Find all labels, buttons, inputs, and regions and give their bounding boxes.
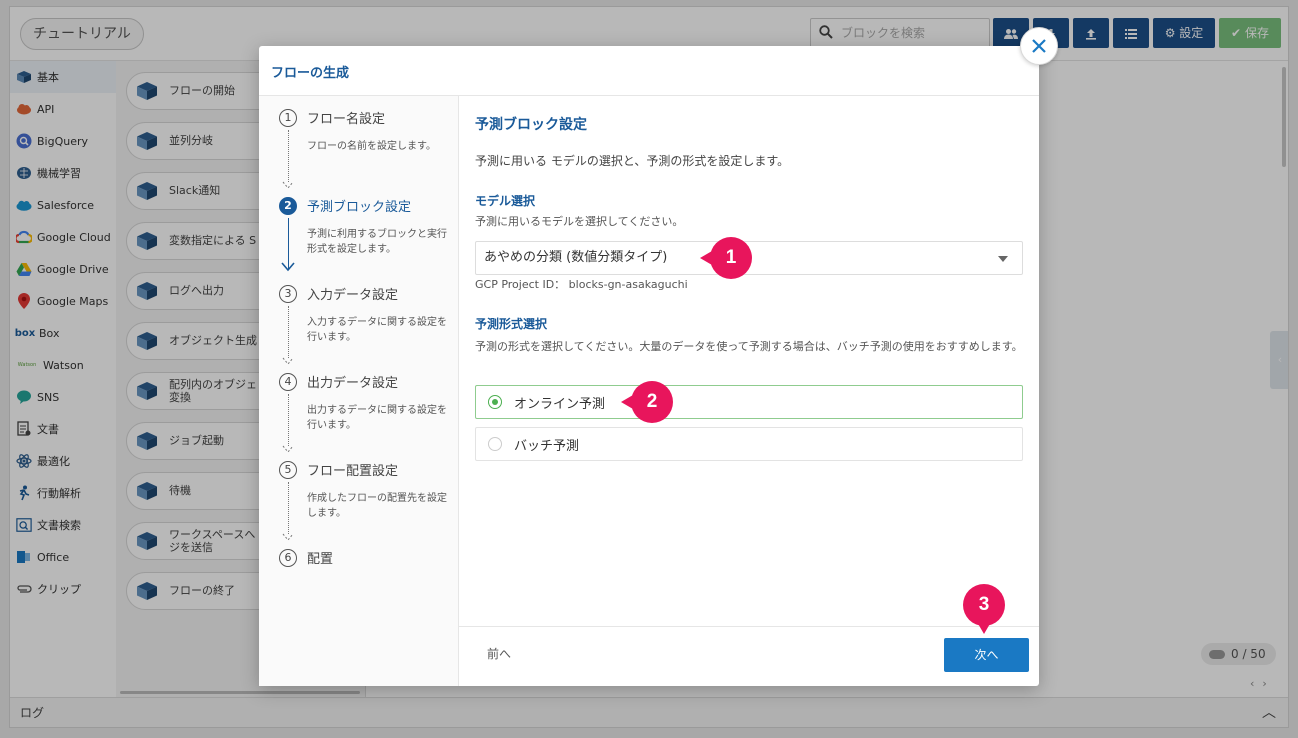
arrow-down-icon — [281, 262, 295, 272]
step-description: 作成したフローの配置先を設定します。 — [307, 493, 447, 519]
step-title: 配置 — [307, 552, 334, 567]
prev-button[interactable]: 前へ — [487, 645, 511, 662]
model-select-label: モデル選択 — [475, 194, 536, 208]
step-connector — [288, 306, 289, 358]
callout-marker-2: 2 — [621, 381, 673, 423]
dialog-footer: 前へ 次へ — [459, 626, 1039, 686]
wizard-steps: 1 フロー名設定 フローの名前を設定します。 2 予測ブロック設定 予測に利用するブ… — [259, 96, 459, 686]
radio-online-prediction[interactable]: オンライン予測 — [475, 385, 1023, 419]
step-connector — [288, 130, 289, 182]
format-select-hint: 予測の形式を選択してください。大量のデータを使って予測する場合は、バッチ予測の使… — [475, 340, 1023, 353]
chevron-down-icon — [282, 533, 294, 541]
radio-label: オンライン予測 — [514, 396, 606, 412]
step-2: 2 予測ブロック設定 予測に利用するブロックと実行形式を設定します。 — [279, 196, 459, 272]
chevron-down-icon — [282, 445, 294, 453]
caret-down-icon — [998, 256, 1008, 262]
step-description: 予測に利用するブロックと実行形式を設定します。 — [307, 229, 447, 255]
section-heading: 予測ブロック設定 — [475, 117, 587, 133]
step-number: 1 — [279, 108, 297, 127]
step-number: 6 — [279, 548, 297, 567]
step-connector — [288, 394, 289, 446]
next-button[interactable]: 次へ — [944, 638, 1029, 672]
gcp-project-id: GCP Project ID： blocks-gn-asakaguchi — [475, 278, 688, 291]
step-number: 3 — [279, 284, 297, 303]
step-3: 3 入力データ設定 入力するデータに関する設定を行います。 — [279, 284, 459, 365]
step-number: 2 — [279, 196, 297, 215]
close-button[interactable] — [1020, 27, 1058, 65]
format-select-label: 予測形式選択 — [475, 317, 548, 331]
model-select-hint: 予測に用いるモデルを選択してください。 — [475, 215, 684, 228]
step-title: フロー配置設定 — [307, 464, 399, 479]
step-connector — [288, 482, 289, 534]
radio-button[interactable] — [488, 437, 502, 451]
close-icon — [1032, 39, 1046, 53]
step-5: 5 フロー配置設定 作成したフローの配置先を設定します。 — [279, 460, 459, 541]
model-select-value: あやめの分類 (数値分類タイプ) — [484, 250, 668, 265]
step-title: 入力データ設定 — [307, 288, 399, 303]
step-description: 入力するデータに関する設定を行います。 — [307, 317, 447, 343]
step-title: フロー名設定 — [307, 112, 386, 127]
step-1: 1 フロー名設定 フローの名前を設定します。 — [279, 108, 459, 189]
dialog-title: フローの生成 — [271, 66, 350, 81]
callout-marker-1: 1 — [700, 237, 752, 279]
radio-label: バッチ予測 — [514, 438, 580, 454]
step-title: 出力データ設定 — [307, 376, 399, 391]
radio-batch-prediction[interactable]: バッチ予測 — [475, 427, 1023, 461]
step-4: 4 出力データ設定 出力するデータに関する設定を行います。 — [279, 372, 459, 453]
chevron-down-icon — [282, 181, 294, 189]
section-intro: 予測に用いる モデルの選択と、予測の形式を設定します。 — [475, 154, 790, 168]
step-title: 予測ブロック設定 — [307, 200, 412, 215]
dialog-content: 予測ブロック設定 予測に用いる モデルの選択と、予測の形式を設定します。 モデル… — [459, 96, 1039, 626]
step-description: フローの名前を設定します。 — [307, 141, 436, 152]
chevron-down-icon — [282, 357, 294, 365]
flow-generation-dialog: フローの生成 1 フロー名設定 フローの名前を設定します。 2 予測ブロック設定 予… — [259, 27, 1058, 686]
step-number: 4 — [279, 372, 297, 391]
radio-button[interactable] — [488, 395, 502, 409]
callout-marker-3: 3 — [963, 584, 1005, 634]
step-description: 出力するデータに関する設定を行います。 — [307, 405, 447, 431]
step-6: 6 配置 — [279, 548, 459, 567]
dialog-header: フローの生成 — [259, 46, 1039, 96]
step-number: 5 — [279, 460, 297, 479]
